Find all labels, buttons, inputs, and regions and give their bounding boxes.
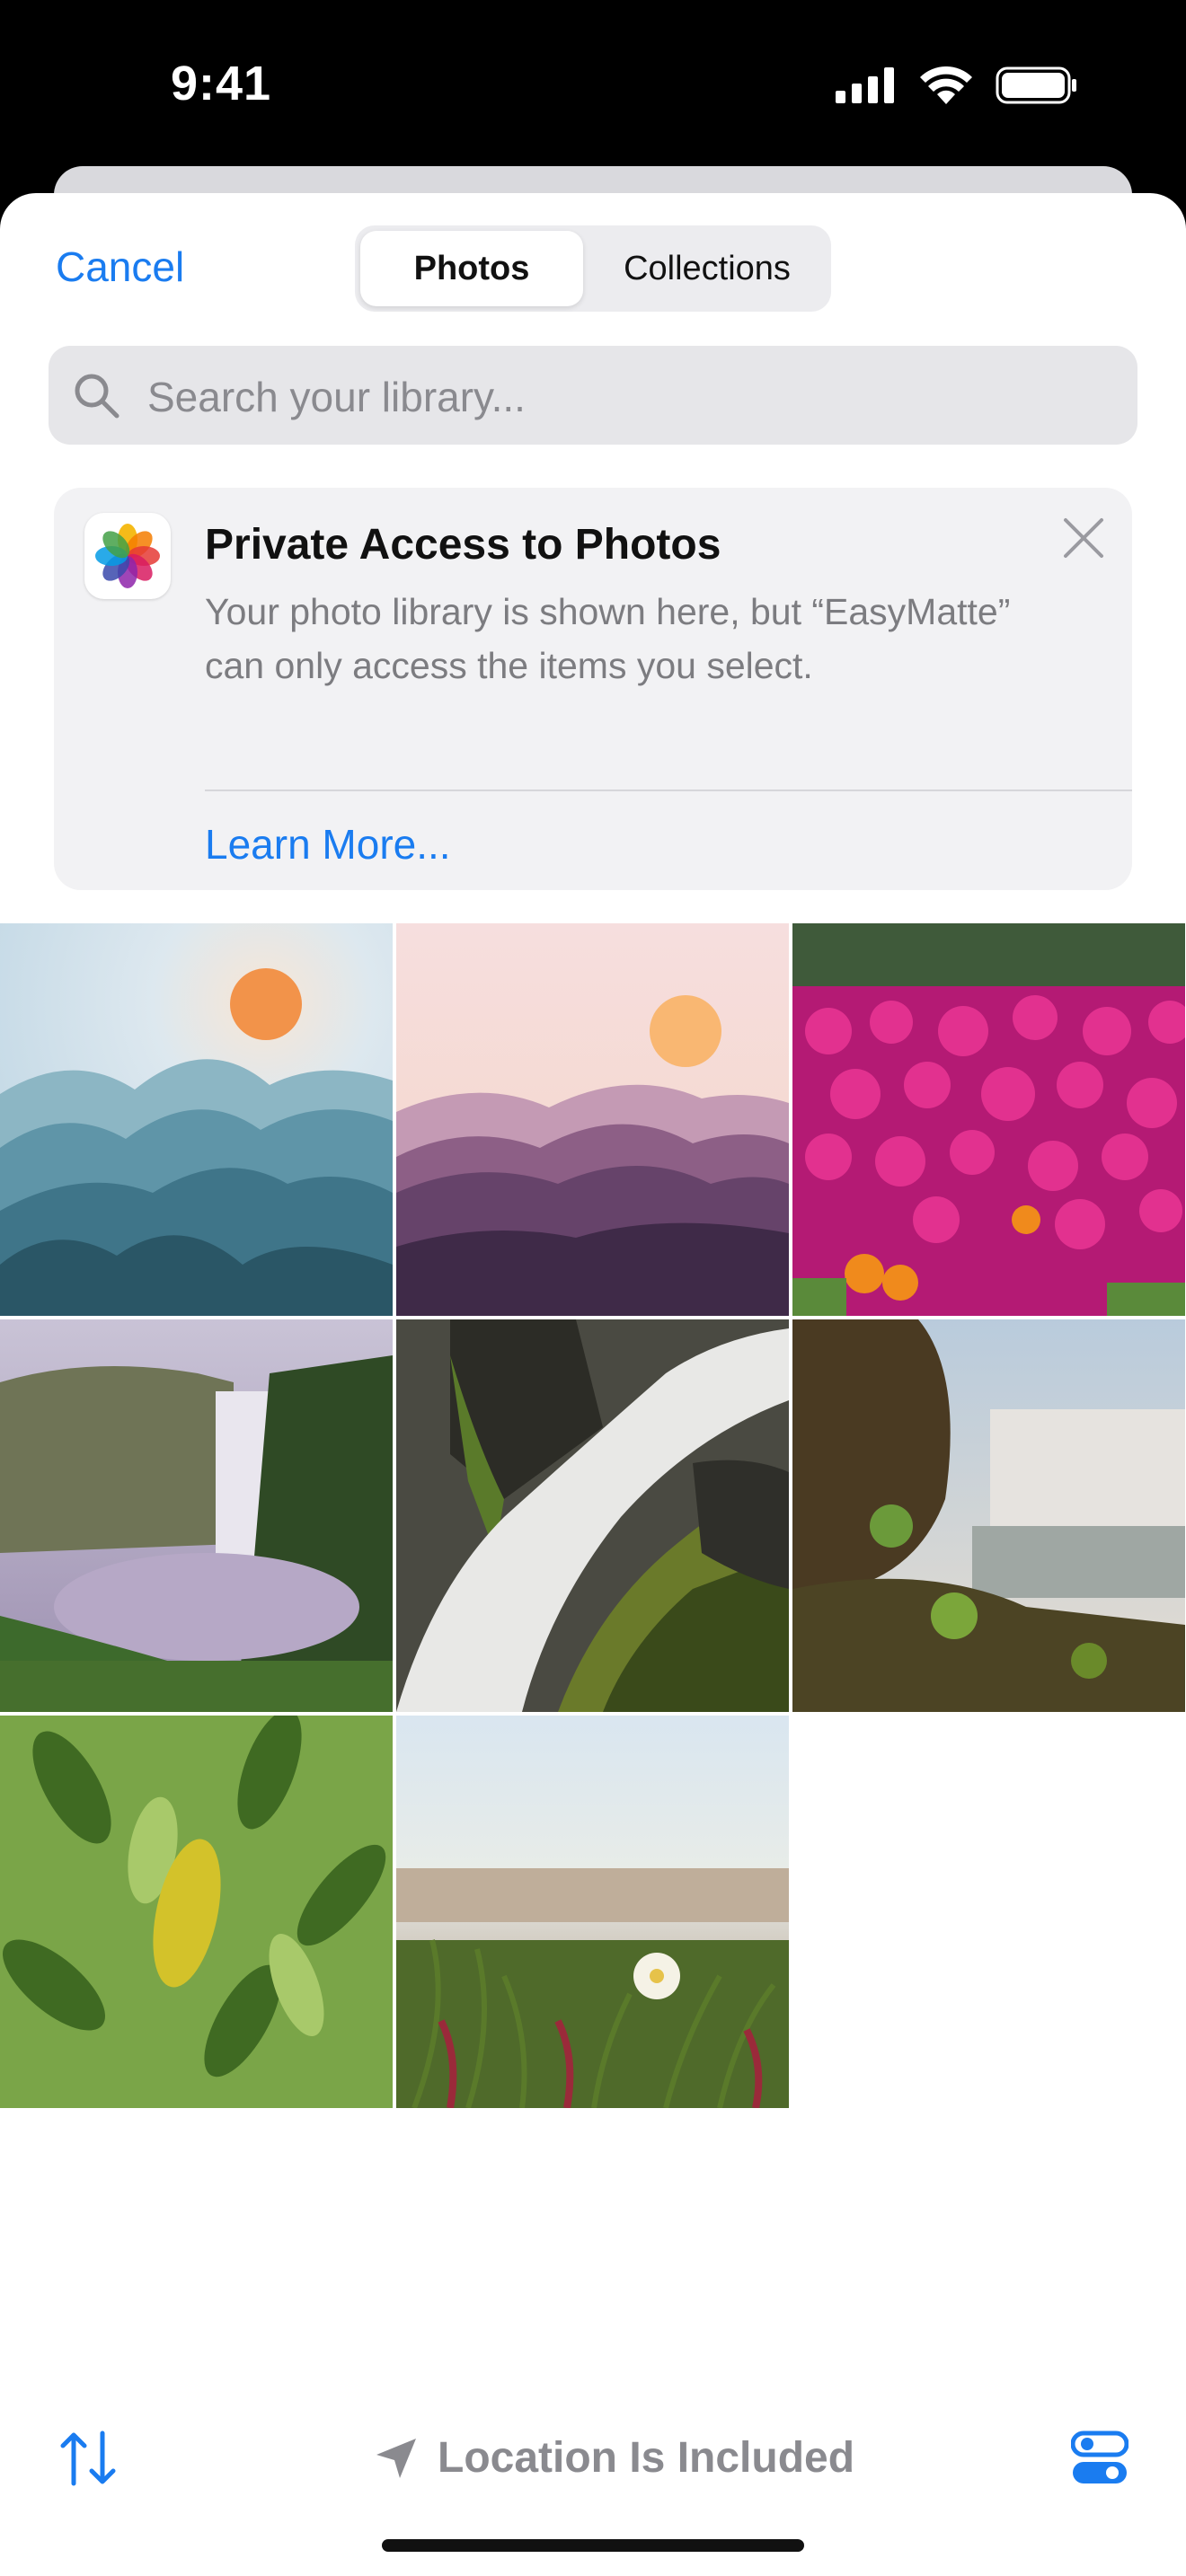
signal-icon [836,67,894,103]
learn-more-link[interactable]: Learn More... [205,820,451,869]
search-input[interactable]: Search your library... [49,346,1137,445]
wifi-icon [920,66,972,104]
banner-title: Private Access to Photos [205,521,721,569]
photo-tile-waterfall-cliff[interactable] [0,1319,393,1712]
battery-icon [996,66,1076,104]
banner-body: Your photo library is shown here, but “E… [205,591,1011,686]
divider [205,790,1132,791]
photos-app-icon [84,513,171,599]
options-icon[interactable] [1071,2430,1128,2487]
tab-collections[interactable]: Collections [589,231,826,306]
sort-icon[interactable] [58,2430,120,2487]
photo-tile-beach-grass[interactable] [396,1716,789,2108]
private-access-banner: Private Access to Photos Your photo libr… [54,488,1132,890]
location-label: Location Is Included [438,2434,855,2482]
search-placeholder: Search your library... [147,374,526,420]
segmented-control: Photos Collections [355,225,831,312]
status-bar: 9:41 [0,0,1186,180]
photo-tile-magenta-flowers[interactable] [792,923,1185,1316]
status-icons [836,66,1078,104]
location-toggle[interactable]: Location Is Included [373,2433,854,2483]
status-time: 9:41 [171,57,272,110]
close-icon[interactable] [1060,515,1107,561]
location-arrow-icon [376,2438,416,2478]
tab-photos[interactable]: Photos [360,231,583,306]
photo-tile-waterfall-rocks[interactable] [396,1319,789,1712]
home-indicator [382,2539,804,2552]
photo-picker-sheet: Cancel Photos Collections Search your li… [0,193,1186,2576]
photo-tile-blue-mountains[interactable] [0,923,393,1316]
photo-tile-green-leaves[interactable] [0,1716,393,2108]
cancel-button[interactable]: Cancel [56,243,184,291]
search-icon [75,374,119,419]
photo-tile-waterfall-river[interactable] [792,1319,1185,1712]
bottom-toolbar: Location Is Included [0,2403,1186,2510]
photo-tile-pink-mountains[interactable] [396,923,789,1316]
